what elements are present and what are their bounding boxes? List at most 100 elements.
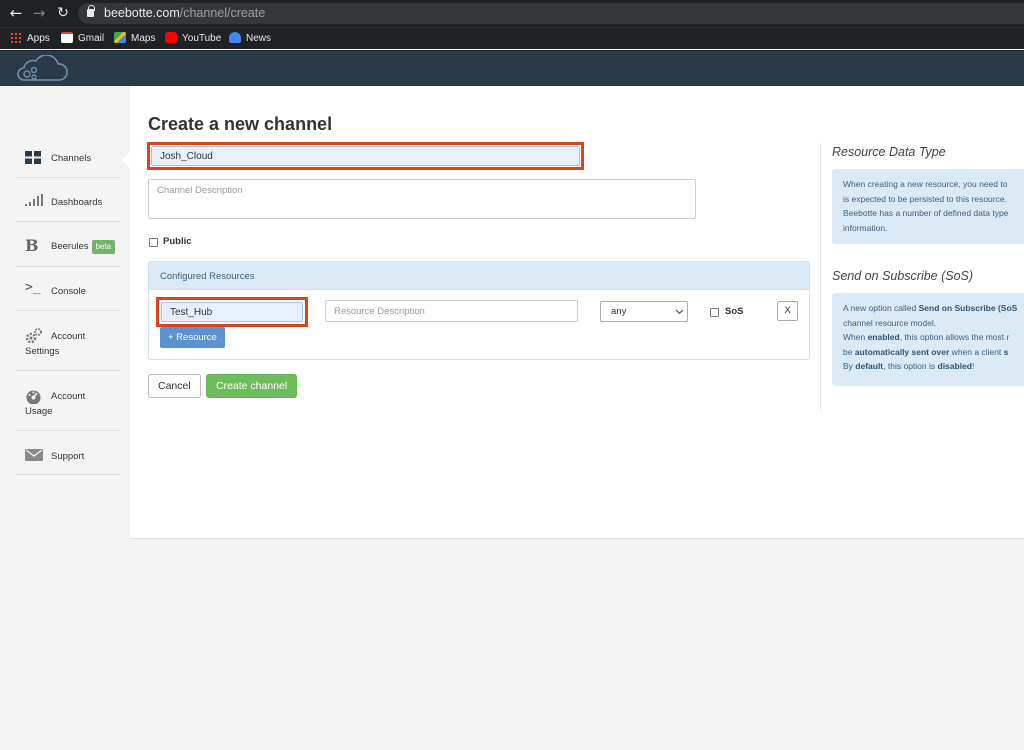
info-text: ! <box>971 361 975 371</box>
browser-toolbar: ← → ↻ beebotte.com/channel/create <box>0 0 1024 27</box>
bookmark-gmail[interactable]: Gmail <box>61 32 104 44</box>
info-bold: automatically sent over <box>854 346 950 357</box>
back-arrow-icon[interactable]: ← <box>7 4 25 22</box>
create-channel-button[interactable]: Create channel <box>206 374 298 398</box>
info-text: , this option is <box>883 361 938 371</box>
public-label: Public <box>163 236 192 247</box>
info-line: When enabled, this option allows the mos… <box>843 331 1013 345</box>
channel-name-input[interactable] <box>151 146 580 166</box>
bookmark-news[interactable]: News <box>229 32 271 44</box>
resource-data-type-title: Resource Data Type <box>832 145 946 159</box>
info-bold: enabled <box>867 332 900 342</box>
sidebar-item-label-line2: Settings <box>25 346 60 357</box>
gmail-icon <box>61 32 73 43</box>
info-text: when a client <box>949 346 1004 357</box>
url-path: /channel/create <box>179 6 266 20</box>
bookmark-label: News <box>246 33 272 44</box>
gears-icon <box>25 328 42 344</box>
beta-badge: beta <box>91 240 116 254</box>
active-item-caret <box>122 152 130 168</box>
info-line: By default, this option is disabled! <box>843 360 1013 374</box>
channel-description-input[interactable] <box>148 179 696 219</box>
cancel-button[interactable]: Cancel <box>148 374 201 398</box>
sidebar-item-label: Console <box>51 286 86 297</box>
info-text: When <box>843 332 868 342</box>
bookmark-label: Apps <box>27 33 50 44</box>
address-bar[interactable]: beebotte.com/channel/create <box>78 3 1024 24</box>
envelope-icon <box>25 449 43 461</box>
sidebar-item-label: Dashboards <box>51 197 103 208</box>
info-line: be automatically sent over when a client… <box>843 346 1013 360</box>
bookmark-label: Gmail <box>78 33 105 44</box>
info-line: A new option called Send on Subscribe (S… <box>843 302 1017 316</box>
maps-icon <box>114 32 126 43</box>
sidebar-item-beerules[interactable]: B Beerules beta <box>15 222 120 267</box>
sidebar-item-label: Account <box>51 331 86 342</box>
signal-bars-icon <box>25 194 43 206</box>
bookmark-label: Maps <box>131 33 156 44</box>
cloud-logo-icon <box>17 54 68 81</box>
info-line: channel resource model. <box>843 317 937 328</box>
bookmark-label: YouTube <box>182 33 222 44</box>
info-text: By <box>843 361 856 371</box>
b-letter-icon: B <box>25 236 39 255</box>
terminal-icon: >_ <box>25 280 41 295</box>
sidebar-item-label: Account <box>51 391 86 402</box>
resource-data-type-info: When creating a new resource, you need t… <box>832 169 1024 244</box>
youtube-icon <box>165 32 177 43</box>
forward-arrow-icon[interactable]: → <box>30 4 48 22</box>
sidebar-item-account-usage[interactable]: Account Usage <box>15 371 120 431</box>
configured-resources-panel: Configured Resources any SoS X + Resourc… <box>148 261 810 360</box>
gauge-icon <box>26 390 41 404</box>
sidebar-item-channels[interactable]: Channels <box>15 141 120 178</box>
resource-type-value: any <box>611 306 627 317</box>
sidebar-item-label-line2: Usage <box>25 406 53 417</box>
sidebar-item-console[interactable]: >_ Console <box>15 267 120 311</box>
info-line: is expected to be persisted to this reso… <box>843 193 1007 204</box>
resource-name-input[interactable] <box>161 302 303 322</box>
url-text: beebotte.com/channel/create <box>104 6 265 20</box>
lock-icon <box>87 5 95 17</box>
sos-info: A new option called Send on Subscribe (S… <box>832 293 1024 386</box>
sidebar-item-label: Channels <box>51 153 92 164</box>
info-line: Beebotte has a number of defined data ty… <box>843 208 1009 218</box>
beebotte-logo[interactable] <box>14 54 68 86</box>
reload-icon[interactable]: ↻ <box>54 4 72 22</box>
info-text: be <box>843 346 855 357</box>
apps-grid-icon <box>10 32 22 43</box>
info-text: , this option allows the most r <box>899 332 1010 342</box>
sidebar-item-label: Beerules beta <box>51 240 116 254</box>
bookmark-apps[interactable]: Apps <box>10 32 50 44</box>
bookmark-youtube[interactable]: YouTube <box>165 32 221 44</box>
info-line: When creating a new resource, you need t… <box>843 179 1008 189</box>
news-icon <box>229 32 241 43</box>
main-panel: Create a new channel Public Configured R… <box>130 86 1024 539</box>
chevron-down-icon <box>675 306 684 315</box>
sos-label: SoS <box>725 306 744 317</box>
sidebar-item-label: Support <box>51 451 85 462</box>
info-text: A new option called <box>843 303 919 313</box>
resource-type-select[interactable]: any <box>600 301 688 322</box>
page-title: Create a new channel <box>148 114 333 134</box>
info-bold: Send on Subscribe (SoS <box>918 303 1018 313</box>
info-bold: default <box>855 361 884 371</box>
column-divider <box>820 143 821 411</box>
sidebar-item-account-settings[interactable]: Account Settings <box>15 311 120 371</box>
remove-resource-button[interactable]: X <box>777 301 798 321</box>
sos-title: Send on Subscribe (SoS) <box>832 269 974 283</box>
add-resource-button[interactable]: + Resource <box>160 327 225 348</box>
bookmark-maps[interactable]: Maps <box>114 32 155 44</box>
sidebar-item-support[interactable]: Support <box>15 431 120 475</box>
site-header <box>0 50 1024 86</box>
info-bold: disabled <box>937 361 972 371</box>
info-line: information. <box>843 222 888 233</box>
sos-checkbox[interactable] <box>710 308 719 317</box>
bookmarks-bar: Apps Gmail Maps YouTube News <box>0 27 1024 49</box>
resource-description-input[interactable] <box>325 300 578 322</box>
public-checkbox[interactable] <box>149 238 158 247</box>
beerules-label: Beerules <box>51 241 89 252</box>
info-bold: s <box>1003 346 1009 357</box>
url-domain: beebotte.com <box>104 6 180 20</box>
grid-icon <box>25 151 41 164</box>
sidebar-item-dashboards[interactable]: Dashboards <box>15 178 120 222</box>
